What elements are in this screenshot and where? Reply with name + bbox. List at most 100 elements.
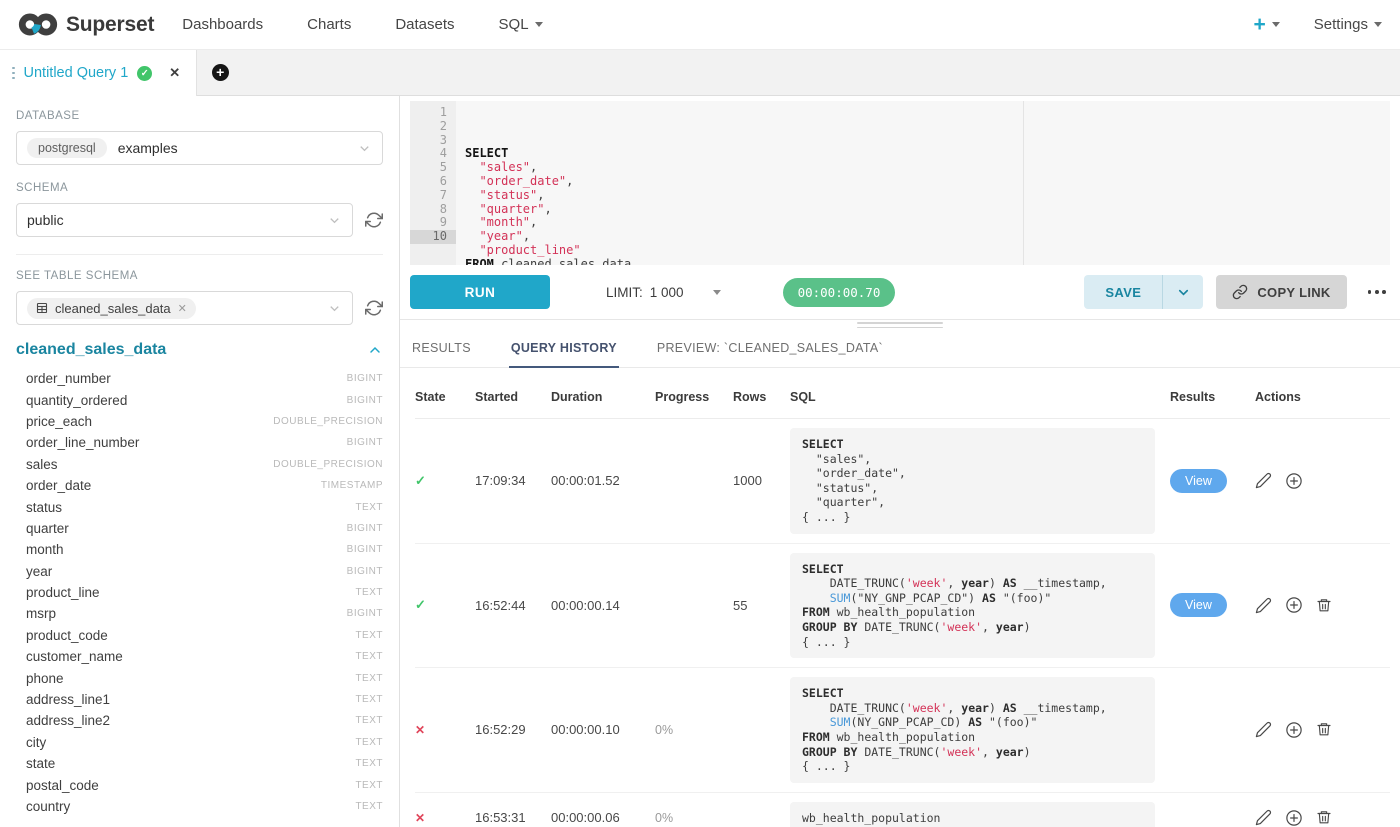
schema-label: SCHEMA	[16, 182, 383, 194]
limit-dropdown[interactable]: LIMIT: 1 000	[606, 285, 721, 300]
success-check-icon: ✓	[137, 66, 152, 81]
new-query-tab-button[interactable]: +	[197, 50, 243, 95]
edit-icon[interactable]	[1255, 721, 1272, 738]
success-check-icon: ✓	[415, 597, 426, 612]
column-type: TEXT	[355, 587, 383, 598]
view-results-button[interactable]: View	[1170, 593, 1227, 617]
editor-code-area[interactable]: SELECT "sales", "order_date", "status", …	[456, 101, 1390, 265]
column-row[interactable]: countryTEXT	[16, 796, 383, 817]
copy-link-button[interactable]: COPY LINK	[1216, 275, 1346, 309]
sql-token: GROUP BY	[802, 620, 857, 634]
sql-token: ,	[523, 229, 530, 243]
schema-select[interactable]: public	[16, 203, 353, 237]
sql-token: "month"	[479, 215, 530, 229]
column-row[interactable]: order_dateTIMESTAMP	[16, 475, 383, 496]
sql-token: cleaned_sales_data	[494, 257, 631, 265]
close-tab-icon[interactable]: ✕	[169, 65, 180, 81]
column-row[interactable]: stateTEXT	[16, 753, 383, 774]
view-results-button[interactable]: View	[1170, 469, 1227, 493]
run-button[interactable]: RUN	[410, 275, 550, 309]
refresh-tables-icon[interactable]	[365, 299, 383, 317]
sql-token: wb_health_population	[830, 730, 975, 744]
save-button[interactable]: SAVE	[1084, 275, 1163, 309]
column-row[interactable]: address_line1TEXT	[16, 689, 383, 710]
chevron-up-icon[interactable]	[367, 342, 383, 358]
edit-icon[interactable]	[1255, 809, 1272, 826]
trash-icon[interactable]	[1316, 721, 1332, 738]
new-item-button[interactable]: +	[1254, 14, 1280, 35]
nav-item-charts[interactable]: Charts	[307, 16, 351, 33]
progress-text: 0%	[655, 723, 673, 737]
editor-line: SELECT	[465, 147, 1390, 161]
table-schema-select[interactable]: cleaned_sales_data ✕	[16, 291, 353, 325]
column-name: order_number	[26, 371, 111, 386]
sql-token: AS	[968, 715, 982, 729]
column-row[interactable]: product_line TEXT	[16, 582, 383, 603]
column-row[interactable]: product_codeTEXT	[16, 625, 383, 646]
column-row[interactable]: price_eachDOUBLE_PRECISION	[16, 411, 383, 432]
edit-icon[interactable]	[1255, 472, 1272, 489]
tab-preview[interactable]: PREVIEW: `CLEANED_SALES_DATA`	[655, 335, 885, 367]
trash-icon[interactable]	[1316, 597, 1332, 614]
nav-item-datasets[interactable]: Datasets	[395, 16, 454, 33]
column-row[interactable]: msrpBIGINT	[16, 603, 383, 624]
column-row[interactable]: statusTEXT	[16, 496, 383, 517]
trash-icon[interactable]	[1316, 809, 1332, 826]
column-type: BIGINT	[347, 566, 383, 577]
plus-icon[interactable]	[1285, 596, 1303, 614]
drag-handle-icon[interactable]	[12, 67, 15, 80]
sql-editor[interactable]: 12345678910 SELECT "sales", "order_date"…	[410, 101, 1390, 265]
column-row[interactable]: order_line_numberBIGINT	[16, 432, 383, 453]
resize-handle[interactable]	[857, 322, 943, 328]
nav-item-dashboards[interactable]: Dashboards	[182, 16, 263, 33]
sql-token: ,	[947, 576, 961, 590]
nav-item-sql[interactable]: SQL	[499, 16, 543, 33]
sqllab-sidebar: DATABASE postgresql examples SCHEMA publ…	[0, 96, 400, 827]
save-dropdown-button[interactable]	[1163, 275, 1203, 309]
editor-line-numbers: 12345678910	[410, 101, 456, 265]
column-name: product_line	[26, 585, 100, 600]
sql-token: SELECT	[802, 686, 844, 700]
plus-icon[interactable]	[1285, 472, 1303, 490]
brand-name: Superset	[66, 13, 154, 37]
remove-table-icon[interactable]: ✕	[178, 302, 187, 315]
chevron-down-icon	[327, 301, 342, 316]
edit-icon[interactable]	[1255, 597, 1272, 614]
column-row[interactable]: quantity_orderedBIGINT	[16, 389, 383, 410]
see-table-schema-label: SEE TABLE SCHEMA	[16, 270, 383, 282]
table-tag[interactable]: cleaned_sales_data ✕	[27, 298, 196, 319]
column-type: DOUBLE_PRECISION	[273, 459, 383, 470]
state-cell: ✕	[415, 809, 475, 827]
column-row[interactable]: address_line2TEXT	[16, 710, 383, 731]
superset-brand[interactable]: Superset	[18, 11, 154, 38]
column-row[interactable]: phoneTEXT	[16, 667, 383, 688]
refresh-schema-icon[interactable]	[365, 211, 383, 229]
column-row[interactable]: quarterBIGINT	[16, 518, 383, 539]
editor-line: "month",	[465, 216, 1390, 230]
sql-token: (NY_GNP_PCAP_CD)	[850, 715, 968, 729]
settings-menu[interactable]: Settings	[1314, 16, 1382, 33]
query-timer-badge: 00:00:00.70	[783, 278, 896, 307]
column-row[interactable]: order_numberBIGINT	[16, 368, 383, 389]
plus-icon[interactable]	[1285, 809, 1303, 827]
column-row[interactable]: customer_nameTEXT	[16, 646, 383, 667]
pane-divider	[400, 319, 1400, 328]
tab-untitled-query-1[interactable]: Untitled Query 1 ✓ ✕	[0, 50, 197, 96]
sql-token	[465, 160, 479, 174]
column-row[interactable]: cityTEXT	[16, 732, 383, 753]
more-options-icon[interactable]	[1364, 284, 1390, 300]
plus-icon[interactable]	[1285, 721, 1303, 739]
column-row[interactable]: postal_codeTEXT	[16, 774, 383, 795]
column-type: TEXT	[355, 673, 383, 684]
sql-token: ,	[982, 745, 996, 759]
table-name-heading[interactable]: cleaned_sales_data	[16, 341, 166, 359]
editor-line: FROM cleaned_sales_data	[465, 258, 1390, 265]
sql-token: )	[1024, 620, 1031, 634]
column-row[interactable]: yearBIGINT	[16, 561, 383, 582]
column-row[interactable]: monthBIGINT	[16, 539, 383, 560]
tab-query-history[interactable]: QUERY HISTORY	[509, 335, 619, 368]
sql-preview-line: GROUP BY DATE_TRUNC('week', year)	[802, 620, 1143, 635]
tab-results[interactable]: RESULTS	[410, 335, 473, 367]
database-select[interactable]: postgresql examples	[16, 131, 383, 165]
column-row[interactable]: salesDOUBLE_PRECISION	[16, 454, 383, 475]
